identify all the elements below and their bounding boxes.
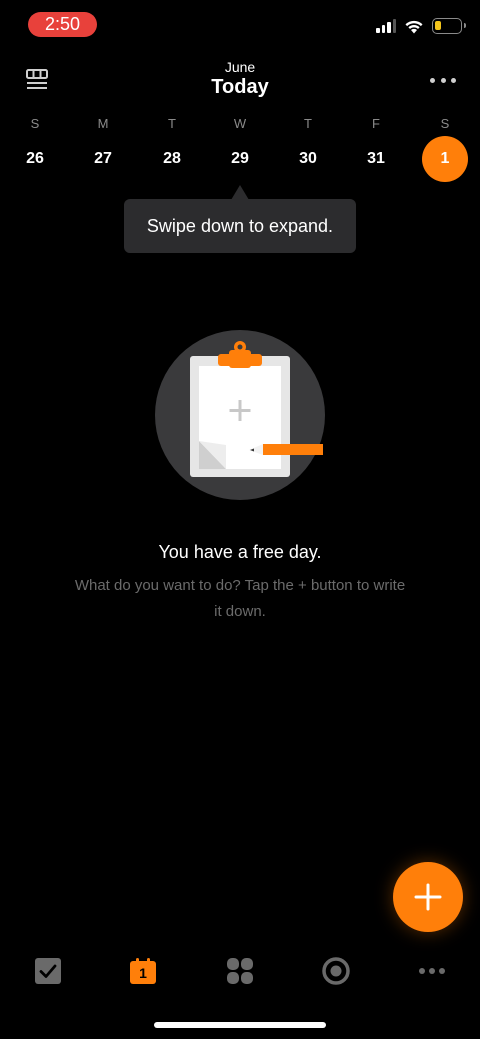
tooltip-arrow (231, 185, 249, 200)
cellular-signal-icon (376, 19, 396, 33)
weekday-label: W (233, 116, 247, 131)
tab-matrix[interactable] (210, 948, 270, 994)
date-number: 28 (163, 150, 181, 167)
clipboard-illustration-icon (155, 330, 325, 500)
plus-icon (414, 883, 442, 911)
tab-focus[interactable] (306, 948, 366, 994)
week-day[interactable]: M 27 (79, 116, 127, 182)
swipe-tooltip: Swipe down to expand. (124, 199, 356, 253)
week-day[interactable]: T 30 (284, 116, 332, 182)
tab-calendar[interactable]: 1 (113, 948, 173, 994)
home-indicator[interactable] (154, 1022, 326, 1028)
weekday-label: F (372, 116, 380, 131)
status-time: 2:50 (28, 12, 97, 37)
week-day[interactable]: S 26 (11, 116, 59, 182)
grid-icon (227, 958, 253, 984)
tab-tasks[interactable] (18, 948, 78, 994)
week-day[interactable]: F 31 (352, 116, 400, 182)
week-day-selected[interactable]: S 1 (421, 116, 469, 182)
calendar-icon: 1 (130, 958, 156, 984)
tab-more[interactable] (402, 948, 462, 994)
status-indicators (376, 18, 466, 34)
week-day[interactable]: T 28 (148, 116, 196, 182)
empty-state-title: You have a free day. (158, 542, 322, 562)
page-title: Today (211, 76, 269, 98)
empty-state-description: What do you want to do? Tap the + button… (74, 577, 406, 620)
weekday-label: M (97, 116, 109, 131)
more-options-icon[interactable] (430, 72, 456, 88)
week-day[interactable]: W 29 (216, 116, 264, 182)
weekday-label: T (304, 116, 312, 131)
checkbox-icon (35, 958, 61, 984)
weekday-label: S (30, 116, 40, 131)
week-strip: S 26 M 27 T 28 W 29 T 30 F 31 S 1 (0, 116, 480, 186)
weekday-label: T (168, 116, 176, 131)
add-task-button[interactable] (393, 862, 463, 932)
date-number: 27 (94, 150, 112, 167)
more-icon (419, 968, 445, 974)
bottom-tab-bar: 1 (0, 948, 480, 998)
date-number: 1 (422, 136, 468, 182)
battery-icon (432, 18, 466, 34)
calendar-day-number: 1 (139, 965, 147, 981)
weekday-label: S (440, 116, 450, 131)
wifi-icon (405, 20, 423, 33)
date-number: 26 (26, 150, 44, 167)
date-number: 29 (231, 150, 249, 167)
date-number: 31 (367, 150, 385, 167)
header-month: June (224, 59, 256, 75)
focus-icon (322, 957, 350, 985)
date-number: 30 (299, 150, 317, 167)
